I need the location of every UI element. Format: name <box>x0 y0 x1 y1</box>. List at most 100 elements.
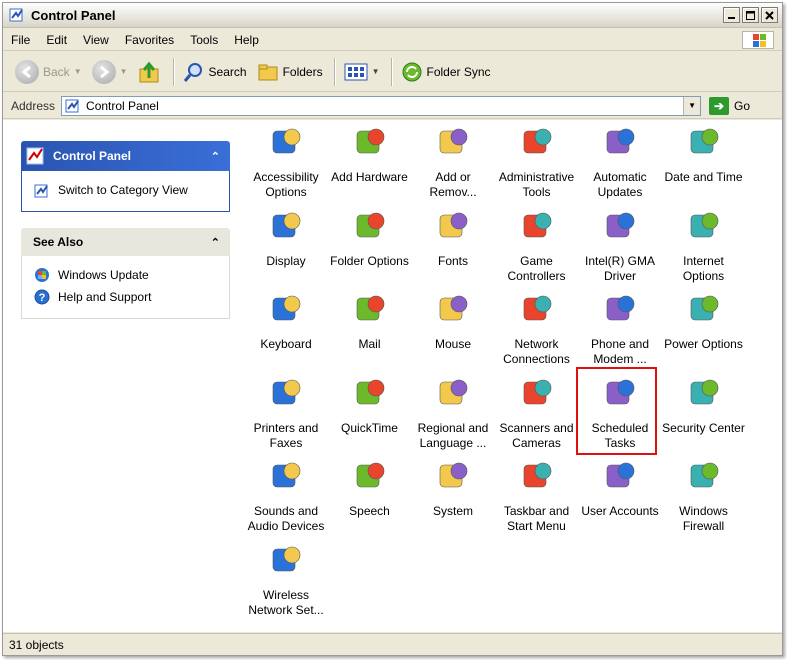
control-panel-icon <box>9 8 23 22</box>
control-panel-item[interactable]: Regional and Language ... <box>411 373 495 453</box>
control-panel-item-label: Add or Remov... <box>429 170 477 199</box>
collapse-icon[interactable]: ⌃ <box>211 236 220 249</box>
views-button[interactable]: ▼ <box>340 57 384 87</box>
folder-sync-icon <box>402 62 421 81</box>
control-panel-item-label: Power Options <box>664 337 743 351</box>
security-center-icon <box>690 379 718 404</box>
menu-favorites[interactable]: Favorites <box>117 33 182 47</box>
toolbar-separator <box>172 57 174 86</box>
toolbar: Back ▼ ▼ Search Folders ▼ Folder Sync <box>3 52 782 92</box>
control-panel-item[interactable]: System <box>411 456 495 536</box>
control-panel-item-label: Mail <box>358 337 381 351</box>
control-panel-item[interactable]: QuickTime <box>328 373 412 453</box>
menu-edit[interactable]: Edit <box>38 33 75 47</box>
views-icon <box>344 63 368 80</box>
control-panel-item[interactable]: Add or Remov... <box>411 122 495 202</box>
control-panel-item-label: Mouse <box>434 337 472 351</box>
control-panel-item[interactable]: Accessibility Options <box>244 122 328 202</box>
control-panel-item[interactable]: Internet Options <box>662 206 746 286</box>
control-panel-item[interactable]: Windows Firewall <box>662 456 746 536</box>
go-button[interactable]: ➔ Go <box>709 96 751 115</box>
control-panel-item-label: Automatic Updates <box>593 170 647 199</box>
control-panel-item-label: Fonts <box>437 253 468 268</box>
add-remove-programs-icon <box>439 128 468 154</box>
control-panel-item-label: System <box>432 504 473 518</box>
menu-file[interactable]: File <box>3 33 38 47</box>
control-panel-item[interactable]: Printers and Faxes <box>244 373 328 453</box>
user-accounts-icon <box>606 462 635 488</box>
control-panel-item[interactable]: Administrative Tools <box>495 122 579 202</box>
control-panel-item-label: Display <box>266 253 306 268</box>
views-dropdown-icon[interactable]: ▼ <box>372 67 380 76</box>
control-panel-item-label: Speech <box>349 504 390 518</box>
folder-sync-button[interactable]: Folder Sync <box>397 57 495 87</box>
control-panel-item-label: Game Controllers <box>507 253 566 283</box>
scanners-cameras-icon <box>523 379 551 404</box>
control-panel-icon <box>65 99 79 112</box>
control-panel-item-label: Phone and Modem ... <box>590 337 650 366</box>
control-panel-item-label: User Accounts <box>581 504 659 518</box>
svg-text:?: ? <box>39 292 46 304</box>
control-panel-box-header[interactable]: Control Panel ⌃ <box>21 141 230 171</box>
network-connections-icon <box>523 295 551 321</box>
back-button[interactable]: Back ▼ <box>11 57 86 87</box>
forward-dropdown-icon[interactable]: ▼ <box>120 67 128 76</box>
control-panel-item-label: Sounds and Audio Devices <box>247 504 325 533</box>
control-panel-item[interactable]: Fonts <box>411 206 495 286</box>
control-panel-item[interactable]: Security Center <box>662 373 746 453</box>
control-panel-item[interactable]: Mouse <box>411 289 495 369</box>
taskbar-start-menu-icon <box>523 462 551 488</box>
control-panel-item-label: Internet Options <box>682 253 725 283</box>
folders-button[interactable]: Folders <box>253 57 327 87</box>
control-panel-item[interactable]: Automatic Updates <box>578 122 662 202</box>
back-dropdown-icon[interactable]: ▼ <box>74 67 82 76</box>
control-panel-item[interactable]: Scanners and Cameras <box>495 373 579 453</box>
up-folder-button[interactable] <box>134 57 166 87</box>
address-input[interactable]: Control Panel ▼ <box>61 95 702 116</box>
quicktime-icon <box>356 379 384 404</box>
content-area: Control Panel ⌃ Switch to Category View <box>3 120 782 632</box>
close-button[interactable] <box>761 7 778 23</box>
see-also-header[interactable]: See Also ⌃ <box>21 228 230 256</box>
search-label: Search <box>208 64 247 79</box>
control-panel-item[interactable]: Game Controllers <box>495 206 579 286</box>
control-panel-item[interactable]: Keyboard <box>244 289 328 369</box>
switch-category-view-link[interactable]: Switch to Category View <box>34 179 217 201</box>
control-panel-item[interactable]: Taskbar and Start Menu <box>495 456 579 536</box>
control-panel-item[interactable]: Date and Time <box>662 122 746 202</box>
control-panel-item[interactable]: Power Options <box>662 289 746 369</box>
windows-update-link[interactable]: Windows Update <box>34 264 217 286</box>
control-panel-item[interactable]: Wireless Network Set... <box>244 540 328 620</box>
forward-button[interactable]: ▼ <box>88 57 132 87</box>
minimize-icon <box>728 16 735 19</box>
control-panel-item[interactable]: Intel(R) GMA Driver <box>578 206 662 286</box>
control-panel-item[interactable]: User Accounts <box>578 456 662 536</box>
folders-icon <box>258 64 278 80</box>
menu-view[interactable]: View <box>75 33 117 47</box>
maximize-button[interactable] <box>742 7 759 23</box>
collapse-icon[interactable]: ⌃ <box>211 150 220 163</box>
control-panel-item[interactable]: Add Hardware <box>328 122 412 202</box>
keyboard-icon <box>272 295 301 321</box>
help-support-label: Help and Support <box>58 290 152 304</box>
control-panel-item[interactable]: Folder Options <box>328 206 412 286</box>
address-bar: Address Control Panel ▼ ➔ Go <box>3 93 782 119</box>
go-label: Go <box>734 98 751 113</box>
control-panel-item[interactable]: Speech <box>328 456 412 536</box>
search-button[interactable]: Search <box>179 57 251 87</box>
control-panel-item[interactable]: Display <box>244 206 328 286</box>
address-dropdown-icon[interactable]: ▼ <box>683 96 701 115</box>
menu-help[interactable]: Help <box>226 33 267 47</box>
windows-logo-icon <box>742 31 774 49</box>
control-panel-item[interactable]: Phone and Modem ... <box>578 289 662 369</box>
control-panel-box: Control Panel ⌃ Switch to Category View <box>21 141 230 212</box>
menu-bar: File Edit View Favorites Tools Help <box>3 29 782 51</box>
address-label: Address <box>11 98 56 113</box>
help-support-link[interactable]: ? Help and Support <box>34 286 217 308</box>
control-panel-item[interactable]: Network Connections <box>495 289 579 369</box>
control-panel-item[interactable]: Mail <box>328 289 412 369</box>
minimize-button[interactable] <box>723 7 740 23</box>
help-icon: ? <box>34 289 50 305</box>
menu-tools[interactable]: Tools <box>182 33 226 47</box>
control-panel-item[interactable]: Sounds and Audio Devices <box>244 456 328 536</box>
